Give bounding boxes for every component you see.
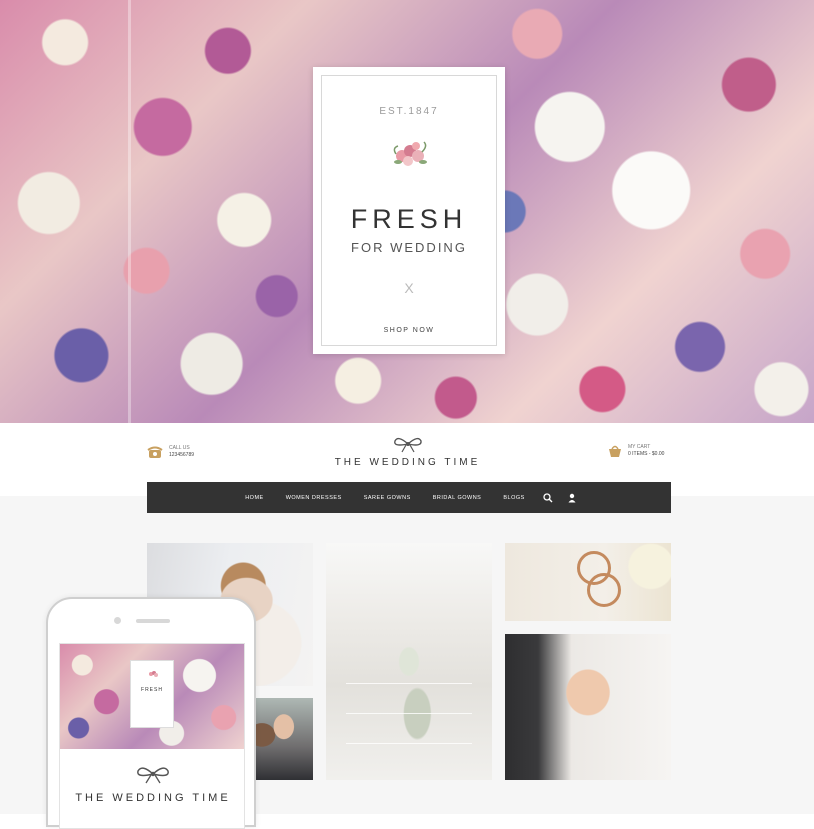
- heart-hands-photo[interactable]: [505, 634, 671, 780]
- phone-screen: FRESH THE WEDDING TIME: [59, 643, 245, 829]
- hero-banner: EST.1847 FRESH FOR WEDDING X SHOP NOW: [0, 0, 814, 423]
- cart-icon: [609, 445, 621, 457]
- phone-mockup: FRESH THE WEDDING TIME: [46, 597, 256, 829]
- phone-promo-card: FRESH: [130, 660, 174, 728]
- close-icon[interactable]: X: [322, 280, 496, 296]
- call-us-block[interactable]: CALL US 123456789: [147, 445, 194, 459]
- bow-logo-icon: [137, 767, 169, 784]
- table-setting-photo[interactable]: [326, 543, 492, 780]
- ring-shape: [587, 573, 621, 607]
- bouquet-icon: [149, 671, 158, 677]
- search-icon[interactable]: [543, 492, 553, 503]
- cart-block[interactable]: MY CART 0 ITEMS - $0.00: [607, 444, 664, 458]
- logo-text: THE WEDDING TIME: [334, 457, 481, 468]
- nav-item-saree-gowns[interactable]: SAREE GOWNS: [353, 495, 422, 501]
- main-navbar: HOME WOMEN DRESSES SAREE GOWNS BRIDAL GO…: [147, 482, 671, 513]
- hero-card-frame: EST.1847 FRESH FOR WEDDING X SHOP NOW: [321, 75, 497, 346]
- bow-logo-icon: [393, 437, 422, 453]
- bouquet-icon: [393, 141, 427, 166]
- phone-speaker: [136, 619, 170, 623]
- est-label: EST.1847: [379, 106, 439, 117]
- phone-hero-banner: FRESH: [60, 644, 244, 749]
- phone-hero-title: FRESH: [141, 687, 163, 693]
- hero-title: FRESH: [350, 204, 468, 234]
- user-icon[interactable]: [567, 493, 577, 503]
- hero-image-seam: [128, 0, 131, 423]
- shop-now-button[interactable]: SHOP NOW: [322, 327, 496, 334]
- nav-item-home[interactable]: HOME: [234, 495, 275, 501]
- call-label: CALL US: [169, 445, 190, 451]
- site-header: CALL US 123456789 THE WEDDING TIME MY CA…: [0, 423, 814, 513]
- phone-logo-text: THE WEDDING TIME: [75, 792, 231, 804]
- phone-camera: [114, 617, 121, 624]
- nav-item-women-dresses[interactable]: WOMEN DRESSES: [275, 495, 353, 501]
- nav-item-blogs[interactable]: BLOGS: [492, 495, 535, 501]
- site-logo[interactable]: THE WEDDING TIME: [300, 435, 515, 468]
- rings-photo[interactable]: [505, 543, 671, 621]
- hero-subtitle: FOR WEDDING: [351, 240, 467, 255]
- nav-item-bridal-gowns[interactable]: BRIDAL GOWNS: [422, 495, 493, 501]
- hero-promo-card: EST.1847 FRESH FOR WEDDING X SHOP NOW: [313, 67, 505, 354]
- call-number: 123456789: [169, 452, 195, 458]
- phone-icon: [147, 446, 163, 458]
- cart-label: MY CART: [628, 444, 651, 450]
- cart-summary: 0 ITEMS - $0.00: [628, 451, 665, 457]
